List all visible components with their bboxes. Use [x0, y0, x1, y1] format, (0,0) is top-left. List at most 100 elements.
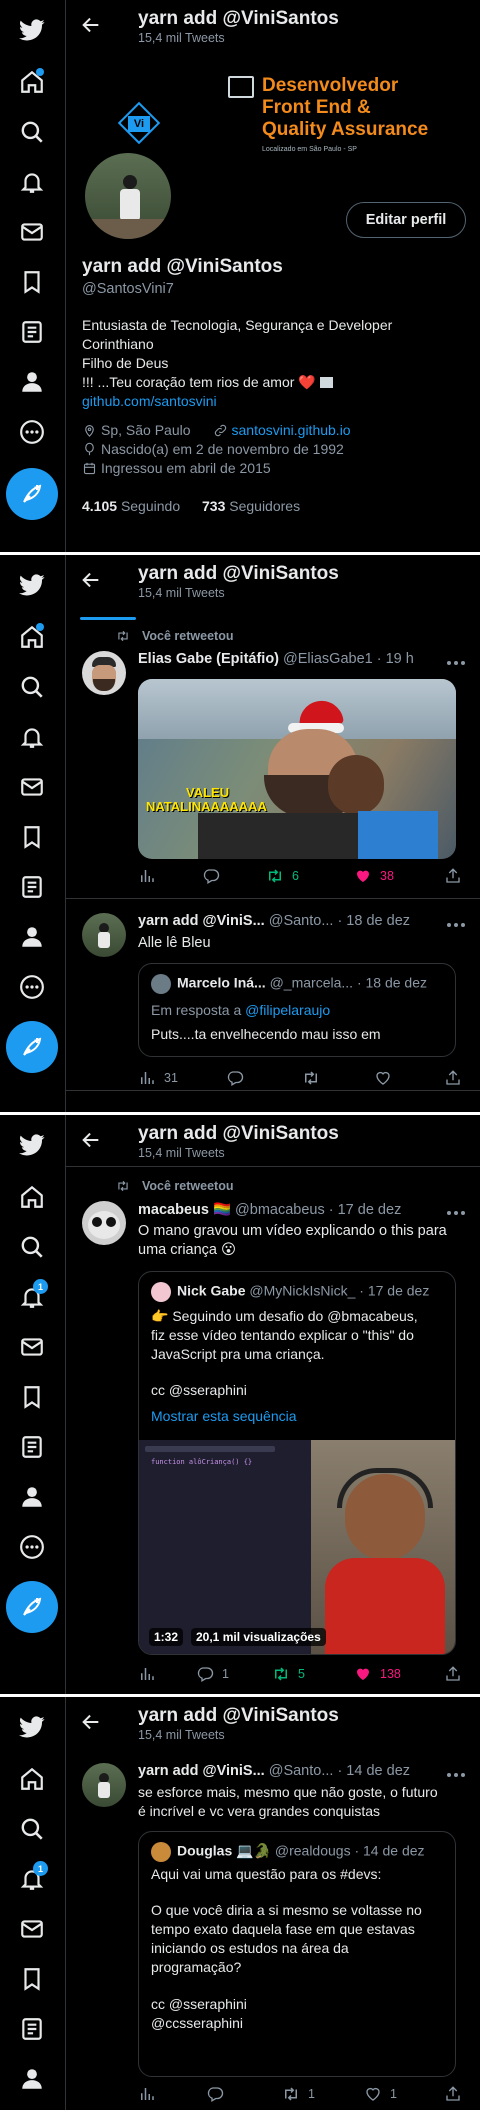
retweet-button[interactable]: 6 [266, 867, 299, 885]
retweet-button[interactable]: 5 [272, 1665, 305, 1683]
search-icon[interactable] [14, 114, 50, 150]
messages-icon[interactable] [14, 769, 50, 805]
search-icon[interactable] [14, 669, 50, 705]
tweet-image[interactable]: VALEU NATALINAAAAAAA [138, 679, 456, 859]
messages-icon[interactable] [14, 1329, 50, 1365]
author-handle[interactable]: @Santo... [269, 913, 334, 929]
like-button[interactable]: 138 [354, 1665, 401, 1683]
home-icon[interactable] [14, 64, 50, 100]
author-handle[interactable]: @bmacabeus [235, 1202, 325, 1218]
share-button[interactable] [444, 867, 470, 885]
lists-icon[interactable] [14, 869, 50, 905]
avatar[interactable] [82, 1763, 126, 1807]
followers-link[interactable]: 733 Seguidores [202, 498, 300, 514]
edit-profile-button[interactable]: Editar perfil [346, 202, 466, 238]
back-arrow-icon[interactable] [80, 569, 102, 591]
lists-icon[interactable] [14, 2011, 50, 2047]
tweet-vini-esforce[interactable]: yarn add @ViniS... @Santo... · 14 de dez… [66, 1757, 480, 2110]
profile-icon[interactable] [14, 364, 50, 400]
more-options-icon[interactable] [446, 1207, 466, 1219]
author-name[interactable]: macabeus 🏳️‍🌈 [138, 1202, 231, 1218]
bookmarks-icon[interactable] [14, 819, 50, 855]
twitter-logo-icon[interactable] [14, 1709, 50, 1745]
compose-tweet-button[interactable] [6, 1021, 58, 1073]
compose-tweet-button[interactable] [6, 1581, 58, 1633]
lists-icon[interactable] [14, 1429, 50, 1465]
views-button[interactable] [138, 1665, 164, 1683]
bio-link[interactable]: github.com/santosvini [82, 392, 217, 411]
more-options-icon[interactable] [446, 1769, 466, 1781]
notifications-icon[interactable]: 1 [14, 1279, 50, 1315]
author-name[interactable]: yarn add @ViniS... [138, 913, 265, 929]
more-options-icon[interactable] [446, 919, 466, 931]
author-handle[interactable]: @EliasGabe1 [283, 651, 373, 667]
reply-button[interactable]: 1 [196, 1665, 229, 1683]
profile-icon[interactable] [14, 2061, 50, 2097]
tweet-time[interactable]: · 19 h [377, 651, 414, 667]
tweet-macabeus[interactable]: Você retweetou macabeus 🏳️‍🌈 @bmacabeus … [66, 1171, 480, 1694]
reply-to-handle[interactable]: @filipelaraujo [245, 1002, 330, 1018]
bookmarks-icon[interactable] [14, 264, 50, 300]
search-icon[interactable] [14, 1229, 50, 1265]
quoted-tweet[interactable]: Marcelo Iná... @_marcela... · 18 de dez … [138, 963, 456, 1057]
quote-video[interactable]: function alôCriança() {} 1:32 20,1 mil v… [139, 1440, 455, 1654]
compose-tweet-button[interactable] [6, 468, 58, 520]
quoted-tweet[interactable]: Nick Gabe @MyNickIsNick_ · 17 de dez 👉 S… [138, 1271, 456, 1655]
messages-icon[interactable] [14, 1911, 50, 1947]
bookmarks-icon[interactable] [14, 1379, 50, 1415]
retweet-count: 6 [292, 869, 299, 883]
show-thread-link[interactable]: Mostrar esta sequência [151, 1408, 297, 1424]
author-handle[interactable]: @Santo... [269, 1763, 334, 1779]
tweet-vini-alle[interactable]: yarn add @ViniS... @Santo... · 18 de dez… [66, 901, 480, 1091]
avatar[interactable] [82, 913, 126, 957]
more-icon[interactable] [14, 414, 50, 450]
home-icon[interactable] [14, 1761, 50, 1797]
like-button[interactable]: 1 [364, 2085, 397, 2103]
share-button[interactable] [444, 1665, 470, 1683]
notifications-icon[interactable]: 1 [14, 1861, 50, 1897]
reply-button[interactable] [206, 2085, 232, 2103]
twitter-logo-icon[interactable] [14, 12, 50, 48]
author-name[interactable]: Elias Gabe (Epitáfio) [138, 651, 279, 667]
twitter-logo-icon[interactable] [14, 1127, 50, 1163]
search-icon[interactable] [14, 1811, 50, 1847]
more-options-icon[interactable] [446, 657, 466, 669]
twitter-logo-icon[interactable] [14, 567, 50, 603]
avatar[interactable] [82, 651, 126, 695]
profile-icon[interactable] [14, 1479, 50, 1515]
profile-icon[interactable] [14, 919, 50, 955]
tweet-elias[interactable]: Você retweetou Elias Gabe (Epitáfio) @El… [66, 621, 480, 899]
notifications-icon[interactable] [14, 164, 50, 200]
home-icon[interactable] [14, 1179, 50, 1215]
profile-avatar[interactable] [82, 150, 174, 242]
more-icon[interactable] [14, 1529, 50, 1565]
reply-button[interactable] [226, 1069, 252, 1087]
lists-icon[interactable] [14, 314, 50, 350]
back-arrow-icon[interactable] [80, 1129, 102, 1151]
views-button[interactable] [138, 867, 164, 885]
back-arrow-icon[interactable] [80, 14, 102, 36]
following-link[interactable]: 4.105 Seguindo [82, 498, 180, 514]
reply-button[interactable] [202, 867, 228, 885]
author-name[interactable]: yarn add @ViniS... [138, 1763, 265, 1779]
like-button[interactable] [374, 1069, 400, 1087]
tweet-time[interactable]: · 14 de dez [337, 1763, 410, 1779]
avatar[interactable] [82, 1201, 126, 1245]
retweet-button[interactable] [302, 1069, 328, 1087]
share-button[interactable] [444, 2085, 470, 2103]
tweet-time[interactable]: · 17 de dez [329, 1202, 402, 1218]
bookmarks-icon[interactable] [14, 1961, 50, 1997]
retweet-button[interactable]: 1 [282, 2085, 315, 2103]
share-button[interactable] [444, 1069, 470, 1087]
like-button[interactable]: 38 [354, 867, 394, 885]
more-icon[interactable] [14, 969, 50, 1005]
views-button[interactable]: 31 [138, 1069, 178, 1087]
back-arrow-icon[interactable] [80, 1711, 102, 1733]
home-icon[interactable] [14, 619, 50, 655]
messages-icon[interactable] [14, 214, 50, 250]
website-link[interactable]: santosvini.github.io [232, 422, 351, 438]
views-button[interactable] [138, 2085, 164, 2103]
tweet-time[interactable]: · 18 de dez [337, 913, 410, 929]
notifications-icon[interactable] [14, 719, 50, 755]
quoted-tweet[interactable]: Douglas 💻🐊 @realdougs · 14 de dez Aqui v… [138, 1831, 456, 2077]
